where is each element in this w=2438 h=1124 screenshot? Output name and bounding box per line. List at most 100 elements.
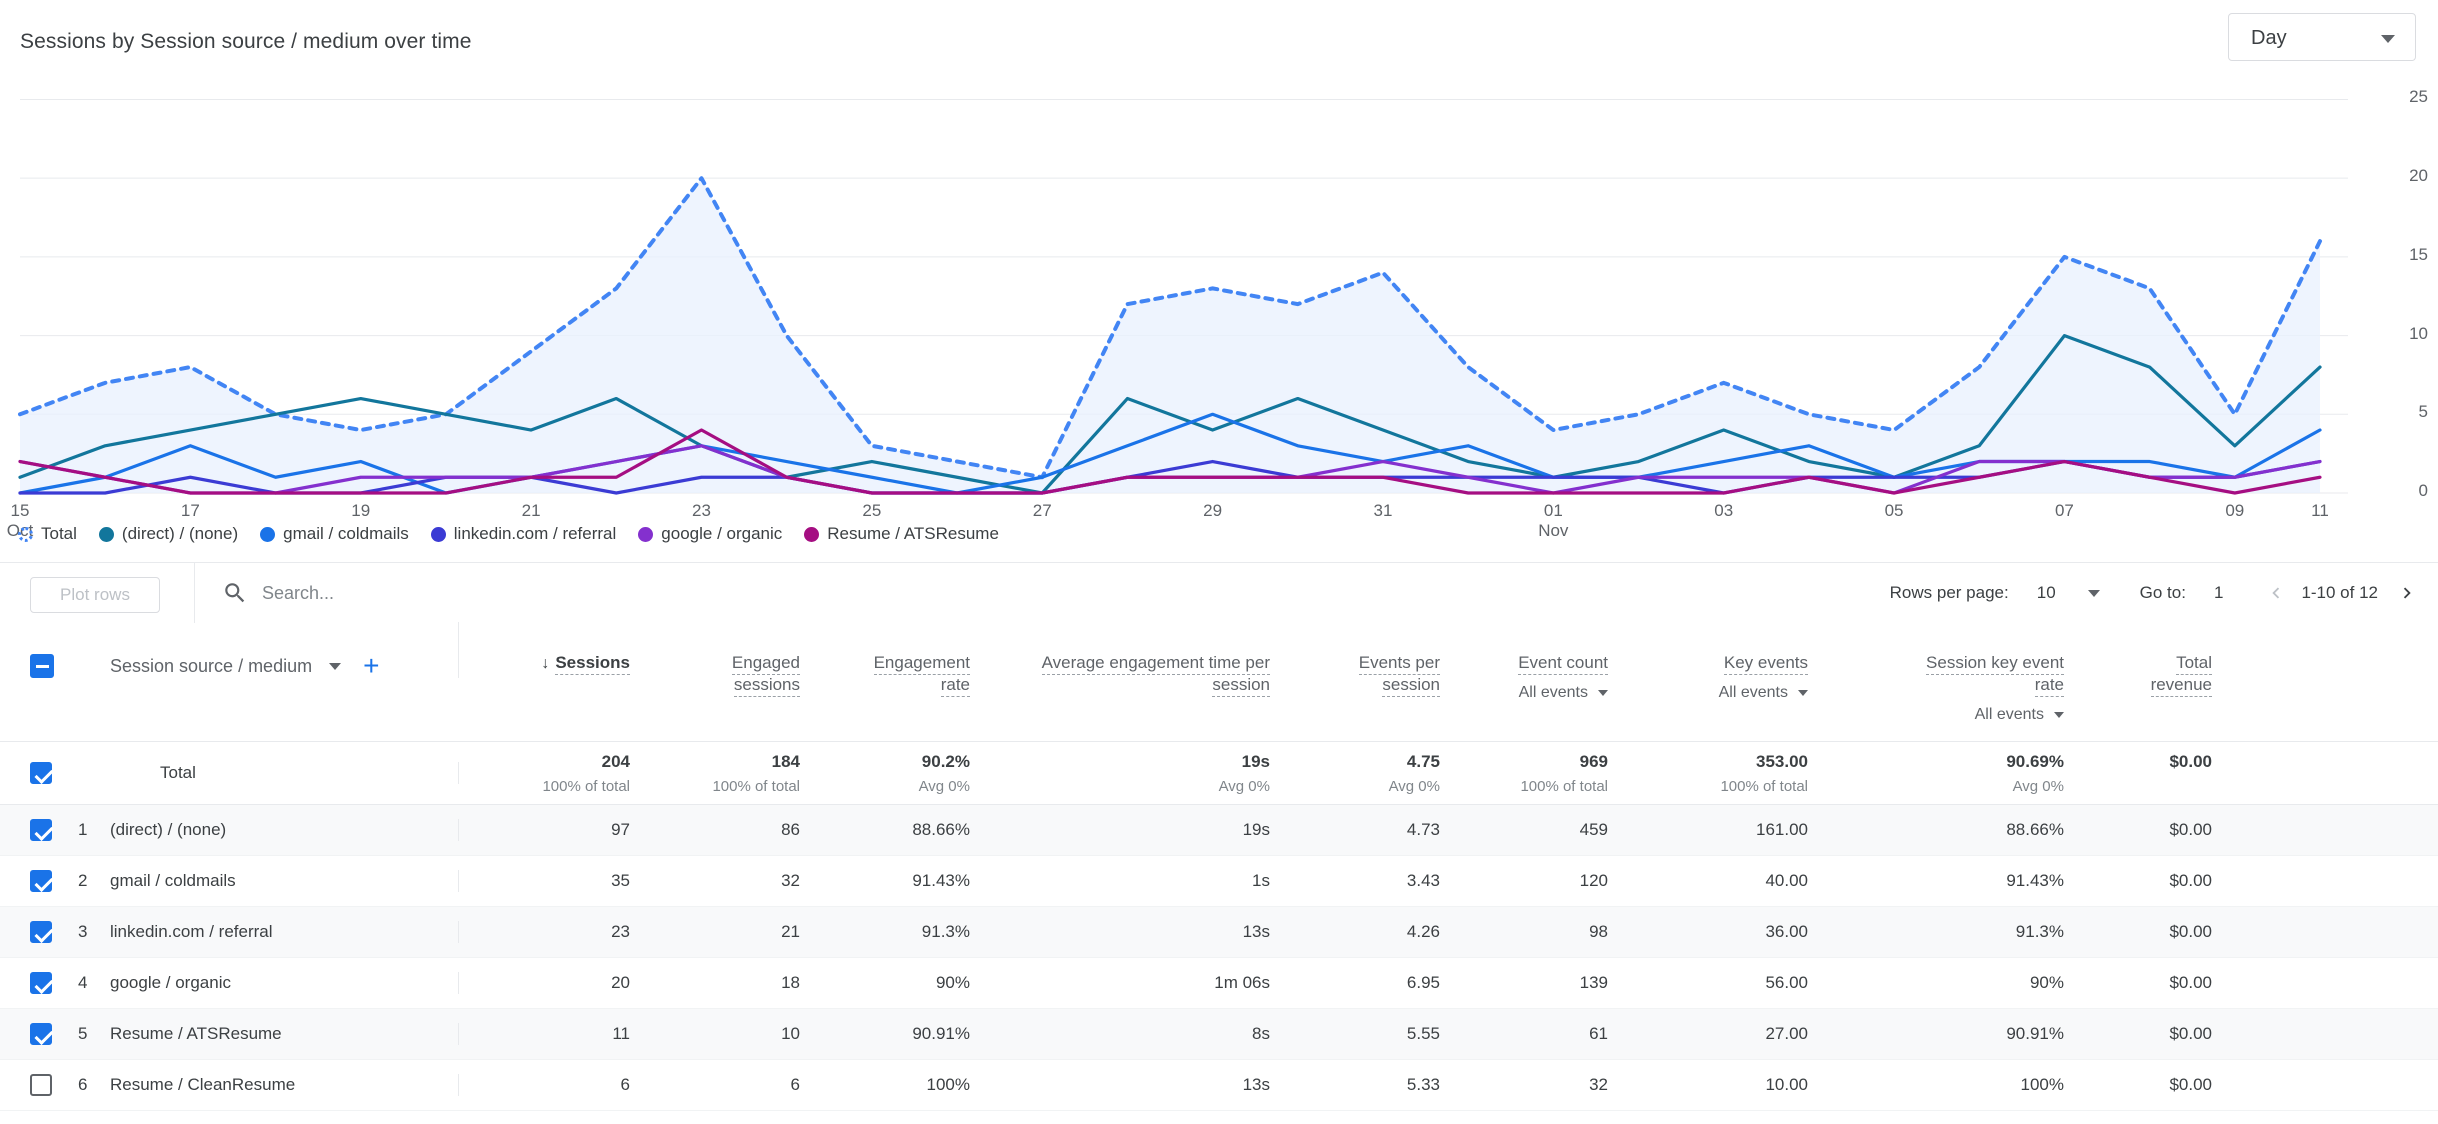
table-cell: 90% [2029,973,2064,992]
column-header-label-2: sessions [733,675,800,697]
table-cell: $0.00 [2169,1024,2212,1043]
table-cell: 6 [790,1075,800,1094]
table-row[interactable]: 2 gmail / coldmails 35 32 91.43% 1s 3.43 120 4… [0,856,2438,907]
table-cell: 4.73 [1406,820,1440,839]
column-header-2[interactable]: Engaged sessions [630,622,800,724]
table-cell: 11 [612,1024,630,1043]
table-row[interactable]: 1 (direct) / (none) 97 86 88.66% 19s 4.73 459… [0,805,2438,856]
table-cell: $0.00 [2169,922,2212,941]
column-divider [458,870,459,892]
row-label[interactable]: Resume / CleanResume [110,1075,295,1095]
table-row[interactable]: 5 Resume / ATSResume 11 10 90.91% 8s 5.55 61 2… [0,1009,2438,1060]
row-label[interactable]: google / organic [110,973,231,993]
goto-label: Go to: [2139,583,2186,602]
legend-item[interactable]: gmail / coldmails [260,524,409,544]
row-checkbox[interactable] [30,972,52,994]
legend-color-dot [260,526,276,542]
search-input[interactable] [260,579,860,607]
row-checkbox[interactable] [30,1074,52,1096]
row-checkbox[interactable] [30,921,52,943]
dimension-selector[interactable]: Session source / medium [110,656,342,677]
total-row: Total 204 100% of total 184 100% of total 90… [0,742,2438,805]
legend-item[interactable]: linkedin.com / referral [430,524,616,544]
column-header-1[interactable]: ↓ Sessions [458,622,630,724]
table-row[interactable]: 6 Resume / CleanResume 6 6 100% 13s 5.33 32 10… [0,1060,2438,1111]
legend-item[interactable]: (direct) / (none) [98,524,238,544]
column-header-label: Engagement [873,653,970,675]
table-cell: 98 [1589,922,1608,941]
row-label[interactable]: linkedin.com / referral [110,922,273,942]
table-cell: 90.91% [2006,1024,2064,1043]
row-label[interactable]: Resume / ATSResume [110,1024,282,1044]
prev-page-button[interactable] [2259,576,2293,610]
total-cell: 184 100% of total [712,751,800,795]
column-header-9[interactable]: Total revenue [2064,622,2242,724]
row-label[interactable]: gmail / coldmails [110,871,236,891]
table-cell: 3.43 [1406,871,1440,890]
column-header-label-2: session [1212,675,1270,697]
row-label[interactable]: (direct) / (none) [110,820,226,840]
column-header-5[interactable]: Events per session [1270,622,1440,724]
chart-canvas [18,98,2348,495]
column-header-6[interactable]: Event count All events [1440,622,1608,724]
row-checkbox[interactable] [30,1023,52,1045]
plot-rows-button[interactable]: Plot rows [30,577,160,613]
x-axis-tick: 03 [1714,501,1734,520]
chevron-down-icon[interactable] [2087,589,2100,597]
legend-item[interactable]: Resume / ATSResume [804,524,999,544]
goto-input[interactable]: 1 [2214,583,2223,603]
analytics-report-panel: Sessions by Session source / medium over… [0,0,2438,1124]
x-axis-tick: 09 [2225,501,2245,520]
column-header-3[interactable]: Engagement rate [800,622,970,724]
total-cell: 204 100% of total [542,751,630,795]
column-header-label: Event count [1518,653,1608,675]
table-cell: 36.00 [1765,922,1808,941]
legend-item[interactable]: google / organic [638,524,782,544]
events-filter-dropdown[interactable]: All events [1608,684,1808,702]
dimension-header-cell: Session source / medium + [0,622,459,680]
table-cell: 88.66% [2006,820,2064,839]
row-checkbox[interactable] [30,870,52,892]
column-header-8[interactable]: Session key event rate All events [1808,622,2064,724]
column-header-7[interactable]: Key events All events [1608,622,1808,724]
rows-per-page-value[interactable]: 10 [2037,583,2056,603]
table-cell: 32 [781,871,800,890]
events-filter-label: All events [1718,684,1788,701]
legend-item[interactable]: Total [18,524,77,544]
column-header-label-2: session [1382,675,1440,697]
select-all-checkbox[interactable] [30,654,54,678]
arrow-down-icon: ↓ [541,655,550,672]
table-cell: 97 [611,820,630,839]
column-header-4[interactable]: Average engagement time per session [970,622,1270,724]
row-index: 2 [78,871,88,890]
column-divider [458,972,459,994]
chevron-down-icon [2381,35,2395,43]
row-checkbox[interactable] [30,762,52,784]
total-cell: 19s Avg 0% [1218,751,1270,795]
table-row[interactable]: 4 google / organic 20 18 90% 1m 06s 6.95 139 5… [0,958,2438,1009]
table-cell: 56.00 [1765,973,1808,992]
row-checkbox[interactable] [30,819,52,841]
events-filter-dropdown[interactable]: All events [1440,684,1608,702]
granularity-dropdown[interactable]: Day [2228,13,2416,61]
table-cell: 91.43% [2006,871,2064,890]
table-cell: 86 [781,820,800,839]
total-cell: 90.69% Avg 0% [2006,751,2064,795]
x-axis-tick: 01 Nov [1538,501,1569,540]
next-page-button[interactable] [2390,576,2424,610]
table-cell: 459 [1579,820,1608,839]
table-cell: 91.3% [921,922,970,941]
table-row[interactable]: 3 linkedin.com / referral 23 21 91.3% 13s 4.… [0,907,2438,958]
legend-color-dot [430,526,446,542]
column-divider [458,1023,459,1045]
table-cell: 21 [781,922,800,941]
events-filter-dropdown[interactable]: All events [1808,706,2064,724]
page-title: Sessions by Session source / medium over… [20,30,472,53]
table-cell: 32 [1589,1075,1608,1094]
table-cell: 8s [1252,1024,1270,1043]
plus-icon[interactable]: + [363,652,379,680]
table-cell: 100% [2020,1075,2064,1094]
table-cell: 35 [611,871,630,890]
chevron-down-icon [2054,712,2064,718]
page-range-label: 1-10 of 12 [2301,583,2378,602]
